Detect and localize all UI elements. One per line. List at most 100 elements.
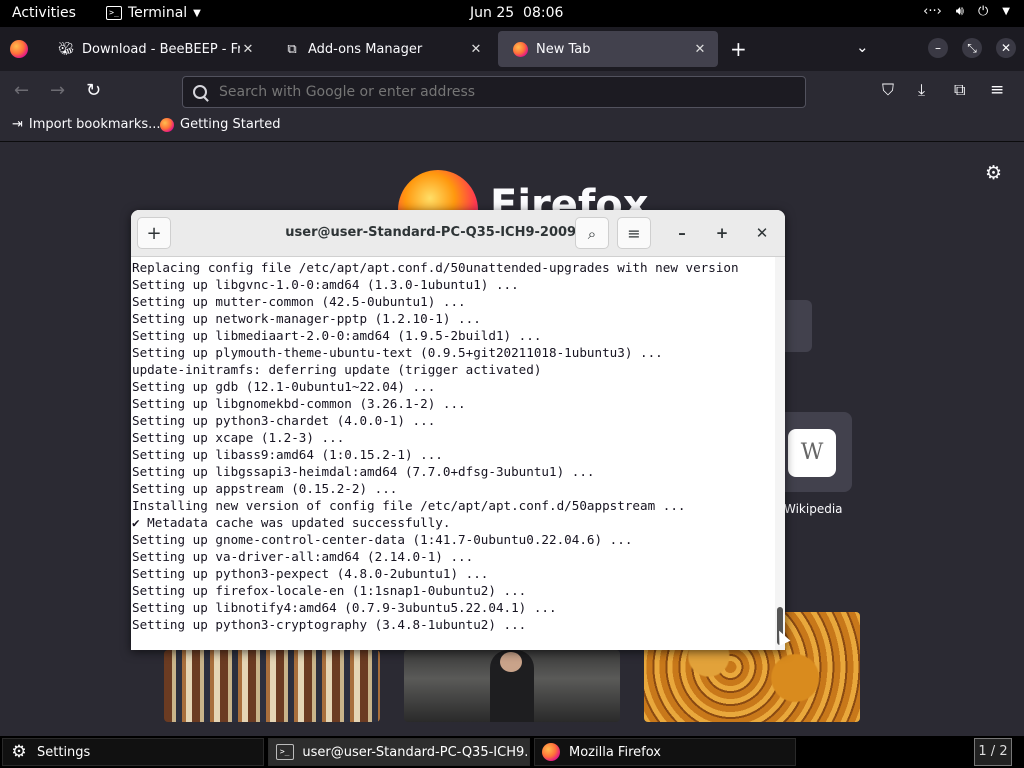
terminal-icon: >_ [106,6,122,20]
url-bar[interactable] [182,76,806,108]
terminal-text: Replacing config file /etc/apt/apt.conf.… [131,257,775,633]
terminal-icon: >_ [275,742,294,762]
terminal-line: ✔ Metadata cache was updated successfull… [132,515,451,530]
maximize-icon[interactable]: + [711,222,733,244]
terminal-line: update-initramfs: deferring update (trig… [132,362,542,377]
taskbar-item-firefox[interactable]: Mozilla Firefox [534,738,796,766]
terminal-line: Setting up gdb (12.1-0ubuntu1~22.04) ... [132,379,436,394]
shortcut-label[interactable]: Wikipedia [784,502,843,516]
terminal-line: Setting up libass9:amd64 (1:0.15.2-1) ..… [132,447,443,462]
search-icon[interactable]: ⌕ [575,217,609,249]
chevron-down-icon: ▼ [1002,6,1010,17]
bookmark-import[interactable]: ⇥ Import bookmarks... [12,117,161,132]
beebeep-icon: 🐝︎ [57,41,75,57]
terminal-line: Installing new version of config file /e… [132,498,686,513]
terminal-line: Setting up libgnomekbd-common (3.26.1-2)… [132,396,466,411]
firefox-view-icon[interactable] [10,40,28,58]
search-icon [193,85,207,99]
firefox-icon [541,742,561,762]
terminal-line: Setting up firefox-locale-en (1:1snap1-0… [132,583,527,598]
new-tab-plus-icon[interactable]: + [730,37,747,61]
tab-label: New Tab [536,41,591,57]
hamburger-menu-icon[interactable]: ≡ [617,217,651,249]
chevron-down-icon: ▼ [193,7,201,19]
terminal-line: Setting up python3-pexpect (4.8.0-2ubunt… [132,566,489,581]
activities-button[interactable]: Activities [12,5,76,21]
terminal-line: Setting up mutter-common (42.5-0ubuntu1)… [132,294,466,309]
terminal-line: Setting up libgvnc-1.0-0:amd64 (1.3.0-1u… [132,277,519,292]
terminal-line: Setting up network-manager-pptp (1.2.10-… [132,311,481,326]
workspace-pager[interactable]: 1 / 2 [974,738,1012,766]
firefox-icon [160,117,174,132]
terminal-line: Setting up appstream (0.15.2-2) ... [132,481,398,496]
taskbar-item-terminal[interactable]: >_ user@user-Standard-PC-Q35-ICH9... [268,738,530,766]
pocket-icon[interactable]: ⛉ [882,80,894,100]
minimize-icon[interactable]: – [671,222,693,244]
list-all-tabs-chevron-icon[interactable]: ⌄ [856,38,869,56]
navigation-toolbar: ← → ↻ ⛉ ⤓ ⧉ ≡ [0,71,1024,111]
close-icon[interactable]: ✕ [751,222,773,244]
minimize-window-button[interactable]: – [928,38,948,58]
clock[interactable]: Jun 25 08:06 [470,5,563,21]
volume-icon: 🔊︎ [955,4,964,19]
close-icon[interactable]: ✕ [240,42,256,57]
terminal-line: Setting up libmediaart-2.0-0:amd64 (1.9.… [132,328,542,343]
gear-icon[interactable]: ⚙ [985,162,1002,184]
network-icon: ‹··› [923,4,942,19]
tab-label: Download - BeeBEEP - Free O [82,41,240,57]
newtab-search-box-edge[interactable] [784,300,812,352]
firefox-icon [512,41,528,57]
tab-new-tab[interactable]: New Tab ✕ [498,31,718,67]
terminal-line: Setting up xcape (1.2-3) ... [132,430,345,445]
story-card-image[interactable] [404,650,620,722]
restore-window-button[interactable]: ⤡ [962,38,982,58]
terminal-line: Setting up python3-chardet (4.0.0-1) ... [132,413,436,428]
gear-icon: ⚙ [11,742,27,762]
bookmark-label: Import bookmarks... [28,117,161,132]
terminal-line: Setting up libgssapi3-heimdal:amd64 (7.7… [132,464,595,479]
taskbar-label: Settings [37,744,91,760]
terminal-window[interactable]: + user@user-Standard-PC-Q35-ICH9-2009: ~… [131,210,785,650]
bookmarks-toolbar: ⇥ Import bookmarks... Getting Started [0,111,1024,142]
reload-icon[interactable]: ↻ [86,80,101,101]
terminal-title: user@user-Standard-PC-Q35-ICH9-2009: ~ [285,225,597,240]
bottom-taskbar: ⚙ Settings >_ user@user-Standard-PC-Q35-… [0,736,1024,768]
taskbar-label: user@user-Standard-PC-Q35-ICH9... [302,744,529,760]
gnome-top-bar: Activities >_ Terminal ▼ Jun 25 08:06 ‹·… [0,0,1024,27]
app-menu-label: Terminal [128,5,188,21]
extensions-icon[interactable]: ⧉ [954,80,965,100]
terminal-line: Setting up va-driver-all:amd64 (2.14.0-1… [132,549,474,564]
taskbar-item-settings[interactable]: ⚙ Settings [2,738,264,766]
bookmark-getting-started[interactable]: Getting Started [160,117,281,132]
terminal-line: Setting up libnotify4:amd64 (0.7.9-3ubun… [132,600,557,615]
terminal-output[interactable]: Replacing config file /etc/apt/apt.conf.… [131,257,775,650]
tab-beebeep[interactable]: 🐝︎ Download - BeeBEEP - Free O ✕ [44,31,266,67]
terminal-header-bar[interactable]: + user@user-Standard-PC-Q35-ICH9-2009: ~… [131,210,785,257]
hamburger-menu-icon[interactable]: ≡ [990,80,1004,100]
system-tray[interactable]: ‹··› 🔊︎ ⏻ ▼ [923,4,1010,19]
bookmark-label: Getting Started [180,117,281,132]
import-icon: ⇥ [12,117,23,132]
app-menu-terminal[interactable]: >_ Terminal ▼ [106,5,201,21]
firefox-tab-strip: 🐝︎ Download - BeeBEEP - Free O ✕ ⧉ Add-o… [0,27,1024,71]
terminal-scrollbar[interactable] [775,257,785,650]
close-icon[interactable]: ✕ [692,42,708,57]
downloads-icon[interactable]: ⤓ [918,80,925,100]
power-icon: ⏻ [978,4,989,19]
url-input[interactable] [217,83,781,101]
person-face [500,652,522,672]
puzzle-icon: ⧉ [287,41,297,57]
terminal-line: Setting up gnome-control-center-data (1:… [132,532,633,547]
taskbar-label: Mozilla Firefox [569,744,661,760]
story-card-image[interactable] [164,650,380,722]
tab-addons-manager[interactable]: ⧉ Add-ons Manager ✕ [270,31,494,67]
close-window-button[interactable]: ✕ [996,38,1016,58]
close-icon[interactable]: ✕ [468,42,484,57]
terminal-line: Setting up python3-cryptography (3.4.8-1… [132,617,527,632]
new-tab-plus-icon[interactable]: + [137,217,171,249]
back-arrow-icon[interactable]: ← [14,80,29,101]
forward-arrow-icon[interactable]: → [50,80,65,101]
terminal-line: Replacing config file /etc/apt/apt.conf.… [132,260,739,275]
tab-label: Add-ons Manager [308,41,423,57]
terminal-line: Setting up plymouth-theme-ubuntu-text (0… [132,345,663,360]
